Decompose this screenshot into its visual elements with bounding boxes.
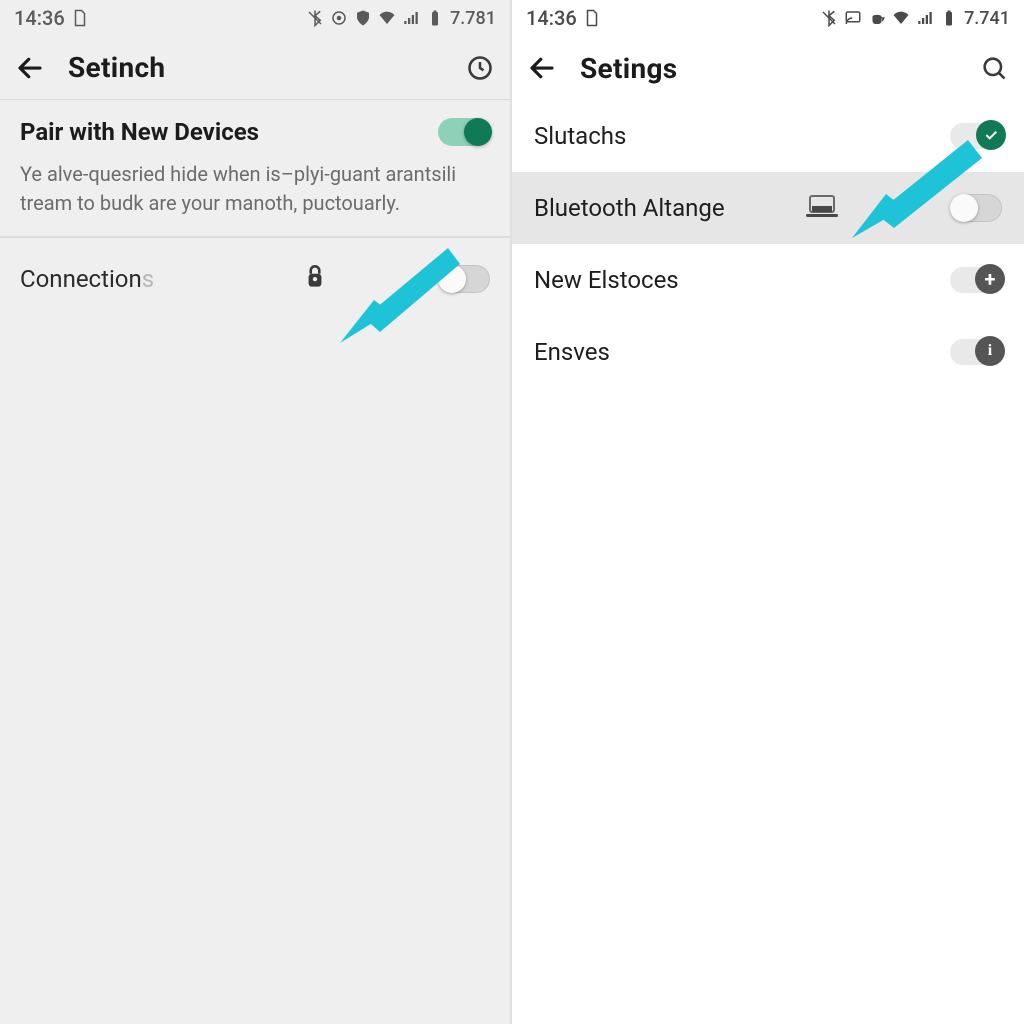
connections-toggle[interactable] (438, 265, 490, 293)
row-add-control[interactable]: + (950, 267, 1002, 293)
connections-row[interactable]: Connections (0, 237, 510, 320)
row-label: New Elstoces (534, 266, 950, 294)
row-label: Bluetooth Altange (534, 194, 804, 222)
search-icon[interactable] (978, 52, 1010, 84)
row-label: Slutachs (534, 122, 950, 150)
history-icon[interactable] (464, 52, 496, 84)
sim-icon (583, 9, 601, 27)
status-time: 14:36 (14, 6, 65, 30)
bluetooth-off-icon (820, 9, 838, 27)
status-right-text: 7.781 (450, 8, 496, 29)
row-label: Ensves (534, 338, 950, 366)
shield-icon (354, 9, 372, 27)
back-button[interactable] (14, 52, 46, 84)
settings-row-slutachs[interactable]: Slutachs (512, 100, 1024, 172)
right-screenshot: 14:36 7.741 Setings (512, 0, 1024, 1024)
sim-icon (71, 9, 89, 27)
bluetooth-off-icon (306, 9, 324, 27)
row-info-control[interactable]: i (950, 339, 1002, 365)
settings-row-ensves[interactable]: Ensves i (512, 316, 1024, 388)
page-title: Setinch (68, 51, 442, 84)
back-button[interactable] (526, 52, 558, 84)
row-check-toggle[interactable] (950, 123, 1002, 149)
cast-icon (844, 9, 862, 27)
laptop-icon (804, 194, 840, 222)
pair-row-desc: Ye alve-quesried hide when is–plyi-guant… (20, 160, 490, 218)
row-toggle[interactable] (950, 194, 1002, 222)
pair-with-new-devices-row[interactable]: Pair with New Devices Ye alve-quesried h… (0, 100, 510, 237)
pair-toggle[interactable] (438, 118, 490, 146)
signal-icon (916, 9, 934, 27)
status-time: 14:36 (526, 6, 577, 30)
left-screenshot: 14:36 7.781 Setinch (0, 0, 512, 1024)
teapot-icon (868, 9, 886, 27)
signal-icon (402, 9, 420, 27)
settings-row-new-elstoces[interactable]: New Elstoces + (512, 244, 1024, 316)
connections-label: Connections (20, 265, 154, 293)
page-title: Setings (580, 52, 956, 85)
lock-icon (302, 262, 328, 296)
wifi-icon (378, 9, 396, 27)
status-bar: 14:36 7.741 (512, 0, 1024, 36)
circle-icon (330, 9, 348, 27)
app-toolbar: Setings (512, 36, 1024, 100)
status-bar: 14:36 7.781 (0, 0, 510, 36)
app-toolbar: Setinch (0, 36, 510, 100)
pair-row-title: Pair with New Devices (20, 118, 259, 146)
settings-row-bluetooth-altange[interactable]: Bluetooth Altange (512, 172, 1024, 244)
battery-icon (940, 9, 958, 27)
status-right-text: 7.741 (964, 8, 1010, 29)
wifi-icon (892, 9, 910, 27)
battery-icon (426, 9, 444, 27)
